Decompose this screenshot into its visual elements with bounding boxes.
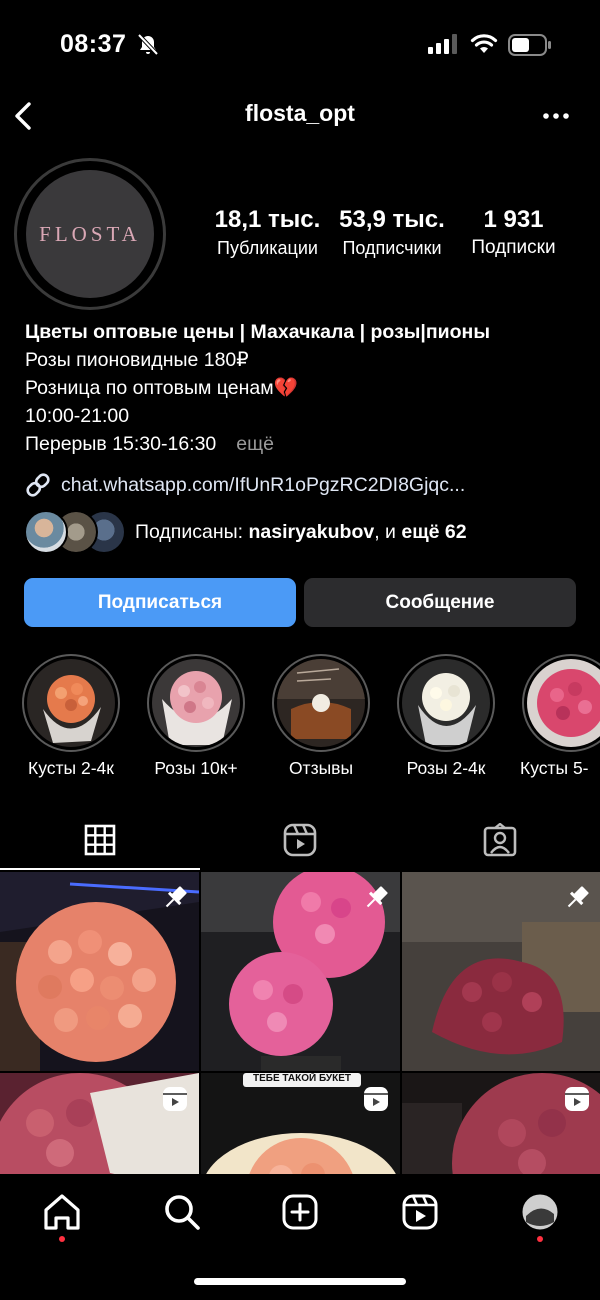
grid-icon: [84, 824, 116, 856]
bio-line-last: Перерыв 15:30-16:30 ещё: [25, 430, 585, 458]
highlight-item[interactable]: Кусты 2-4к: [22, 654, 120, 778]
avatar-logo-text: FLOSTA: [39, 221, 141, 246]
home-indicator[interactable]: [194, 1278, 406, 1285]
search-icon[interactable]: [162, 1192, 202, 1232]
reels-icon: [364, 1087, 388, 1111]
followed-rest[interactable]: ещё 62: [401, 521, 466, 543]
profile-tabs: [0, 812, 600, 870]
stat-following-label: Подписки: [471, 237, 556, 258]
post-tile[interactable]: [201, 872, 400, 1071]
bio-line: Перерыв 15:30-16:30: [25, 433, 217, 455]
posts-grid: ТЕБЕ ТАКОЙ БУКЕТ: [0, 872, 600, 1174]
pin-icon: [165, 886, 187, 908]
post-tile[interactable]: [402, 872, 600, 1071]
more-options-icon[interactable]: [540, 108, 572, 124]
tab-reels[interactable]: [200, 812, 400, 868]
status-time: 08:37: [60, 30, 127, 58]
reels-icon: [163, 1087, 187, 1111]
highlight-cover: [152, 659, 240, 747]
wifi-icon: [470, 34, 498, 53]
highlight-ring: [147, 654, 245, 752]
highlight-ring: [522, 654, 600, 752]
highlight-label: Кусты 2-4к: [28, 758, 114, 778]
tagged-icon: [483, 823, 517, 857]
pin-icon: [567, 886, 589, 908]
home-notification-dot: [59, 1236, 65, 1242]
highlight-label: Кусты 5-: [520, 758, 589, 778]
bell-off-icon: [137, 33, 159, 56]
followed-prefix: Подписаны:: [135, 520, 244, 543]
highlight-cover: [277, 659, 365, 747]
profile-notification-dot: [537, 1236, 543, 1242]
status-bar: 08:37: [0, 0, 600, 90]
stat-posts-label: Публикации: [217, 238, 318, 258]
highlight-ring: [397, 654, 495, 752]
bio-more-link[interactable]: ещё: [236, 433, 274, 455]
highlight-label: Розы 2-4к: [406, 758, 486, 778]
home-icon[interactable]: [42, 1192, 82, 1232]
mutual-avatars: [24, 510, 128, 554]
stat-posts-value: 18,1 тыс.: [214, 206, 321, 233]
post-tile[interactable]: ТЕБЕ ТАКОЙ БУКЕТ: [201, 1073, 400, 1174]
bio-line: Розница по оптовым ценам💔: [25, 377, 298, 399]
bottom-navigation: [0, 1174, 600, 1300]
profile-avatar[interactable]: [520, 1192, 560, 1232]
profile-link[interactable]: chat.whatsapp.com/IfUnR1oPgzRC2DI8Gjqc..…: [24, 470, 465, 500]
bio-line: 10:00-21:00: [25, 405, 130, 427]
stat-followers-label: Подписчики: [342, 238, 442, 258]
profile-username: flosta_opt: [245, 100, 355, 126]
message-button[interactable]: Сообщение: [304, 578, 576, 627]
post-tile[interactable]: [0, 1073, 199, 1174]
stat-posts[interactable]: 18,1 тыс. Публикации: [205, 205, 330, 260]
bio-name: Цветы оптовые цены | Махачкала | розы|пи…: [25, 321, 490, 343]
stat-followers[interactable]: 53,9 тыс. Подписчики: [333, 205, 451, 260]
highlight-cover: [527, 659, 600, 747]
mutual-avatar: [24, 510, 68, 554]
post-tile[interactable]: [0, 872, 199, 1071]
stat-following[interactable]: 1 931 Подписки: [455, 205, 572, 260]
follow-button[interactable]: Подписаться: [24, 578, 296, 627]
followed-by-text: Подписаны: nasiryakubov, и ещё 62: [135, 521, 467, 544]
profile-bio: Цветы оптовые цены | Махачкала | розы|пи…: [25, 318, 585, 458]
signal-icon: [428, 34, 457, 54]
profile-avatar[interactable]: FLOSTA: [26, 170, 154, 298]
followed-middle: , и: [374, 520, 396, 543]
tab-tagged[interactable]: [400, 812, 600, 868]
tab-active-indicator: [0, 868, 200, 870]
tab-grid[interactable]: [0, 812, 200, 868]
highlight-cover: [402, 659, 490, 747]
stat-following-value: 1 931: [483, 206, 544, 233]
reels-icon: [283, 823, 317, 857]
highlight-ring: [272, 654, 370, 752]
link-text[interactable]: chat.whatsapp.com/IfUnR1oPgzRC2DI8Gjqc..…: [61, 474, 465, 497]
followed-by[interactable]: Подписаны: nasiryakubov, и ещё 62: [24, 510, 467, 554]
link-icon: [26, 473, 50, 497]
highlight-item[interactable]: Розы 2-4к: [397, 654, 495, 778]
followed-name[interactable]: nasiryakubov: [248, 521, 374, 543]
highlight-ring: [22, 654, 120, 752]
stat-followers-value: 53,9 тыс.: [339, 206, 445, 233]
create-icon[interactable]: [280, 1192, 320, 1232]
highlight-item[interactable]: Кусты 5-: [520, 654, 600, 778]
reels-icon[interactable]: [400, 1192, 440, 1232]
highlight-cover: [27, 659, 115, 747]
highlight-label: Розы 10к+: [154, 758, 238, 778]
post-overlay-text: ТЕБЕ ТАКОЙ БУКЕТ: [252, 1073, 351, 1084]
profile-header: flosta_opt: [0, 90, 600, 144]
pin-icon: [366, 886, 388, 908]
battery-icon: [508, 34, 551, 56]
highlight-item[interactable]: Отзывы: [272, 654, 370, 778]
post-tile[interactable]: [402, 1073, 600, 1174]
reels-icon: [565, 1087, 589, 1111]
highlight-label: Отзывы: [288, 758, 354, 778]
highlight-item[interactable]: Розы 10к+: [147, 654, 245, 778]
bio-line: Розы пионовидные 180₽: [25, 349, 249, 371]
